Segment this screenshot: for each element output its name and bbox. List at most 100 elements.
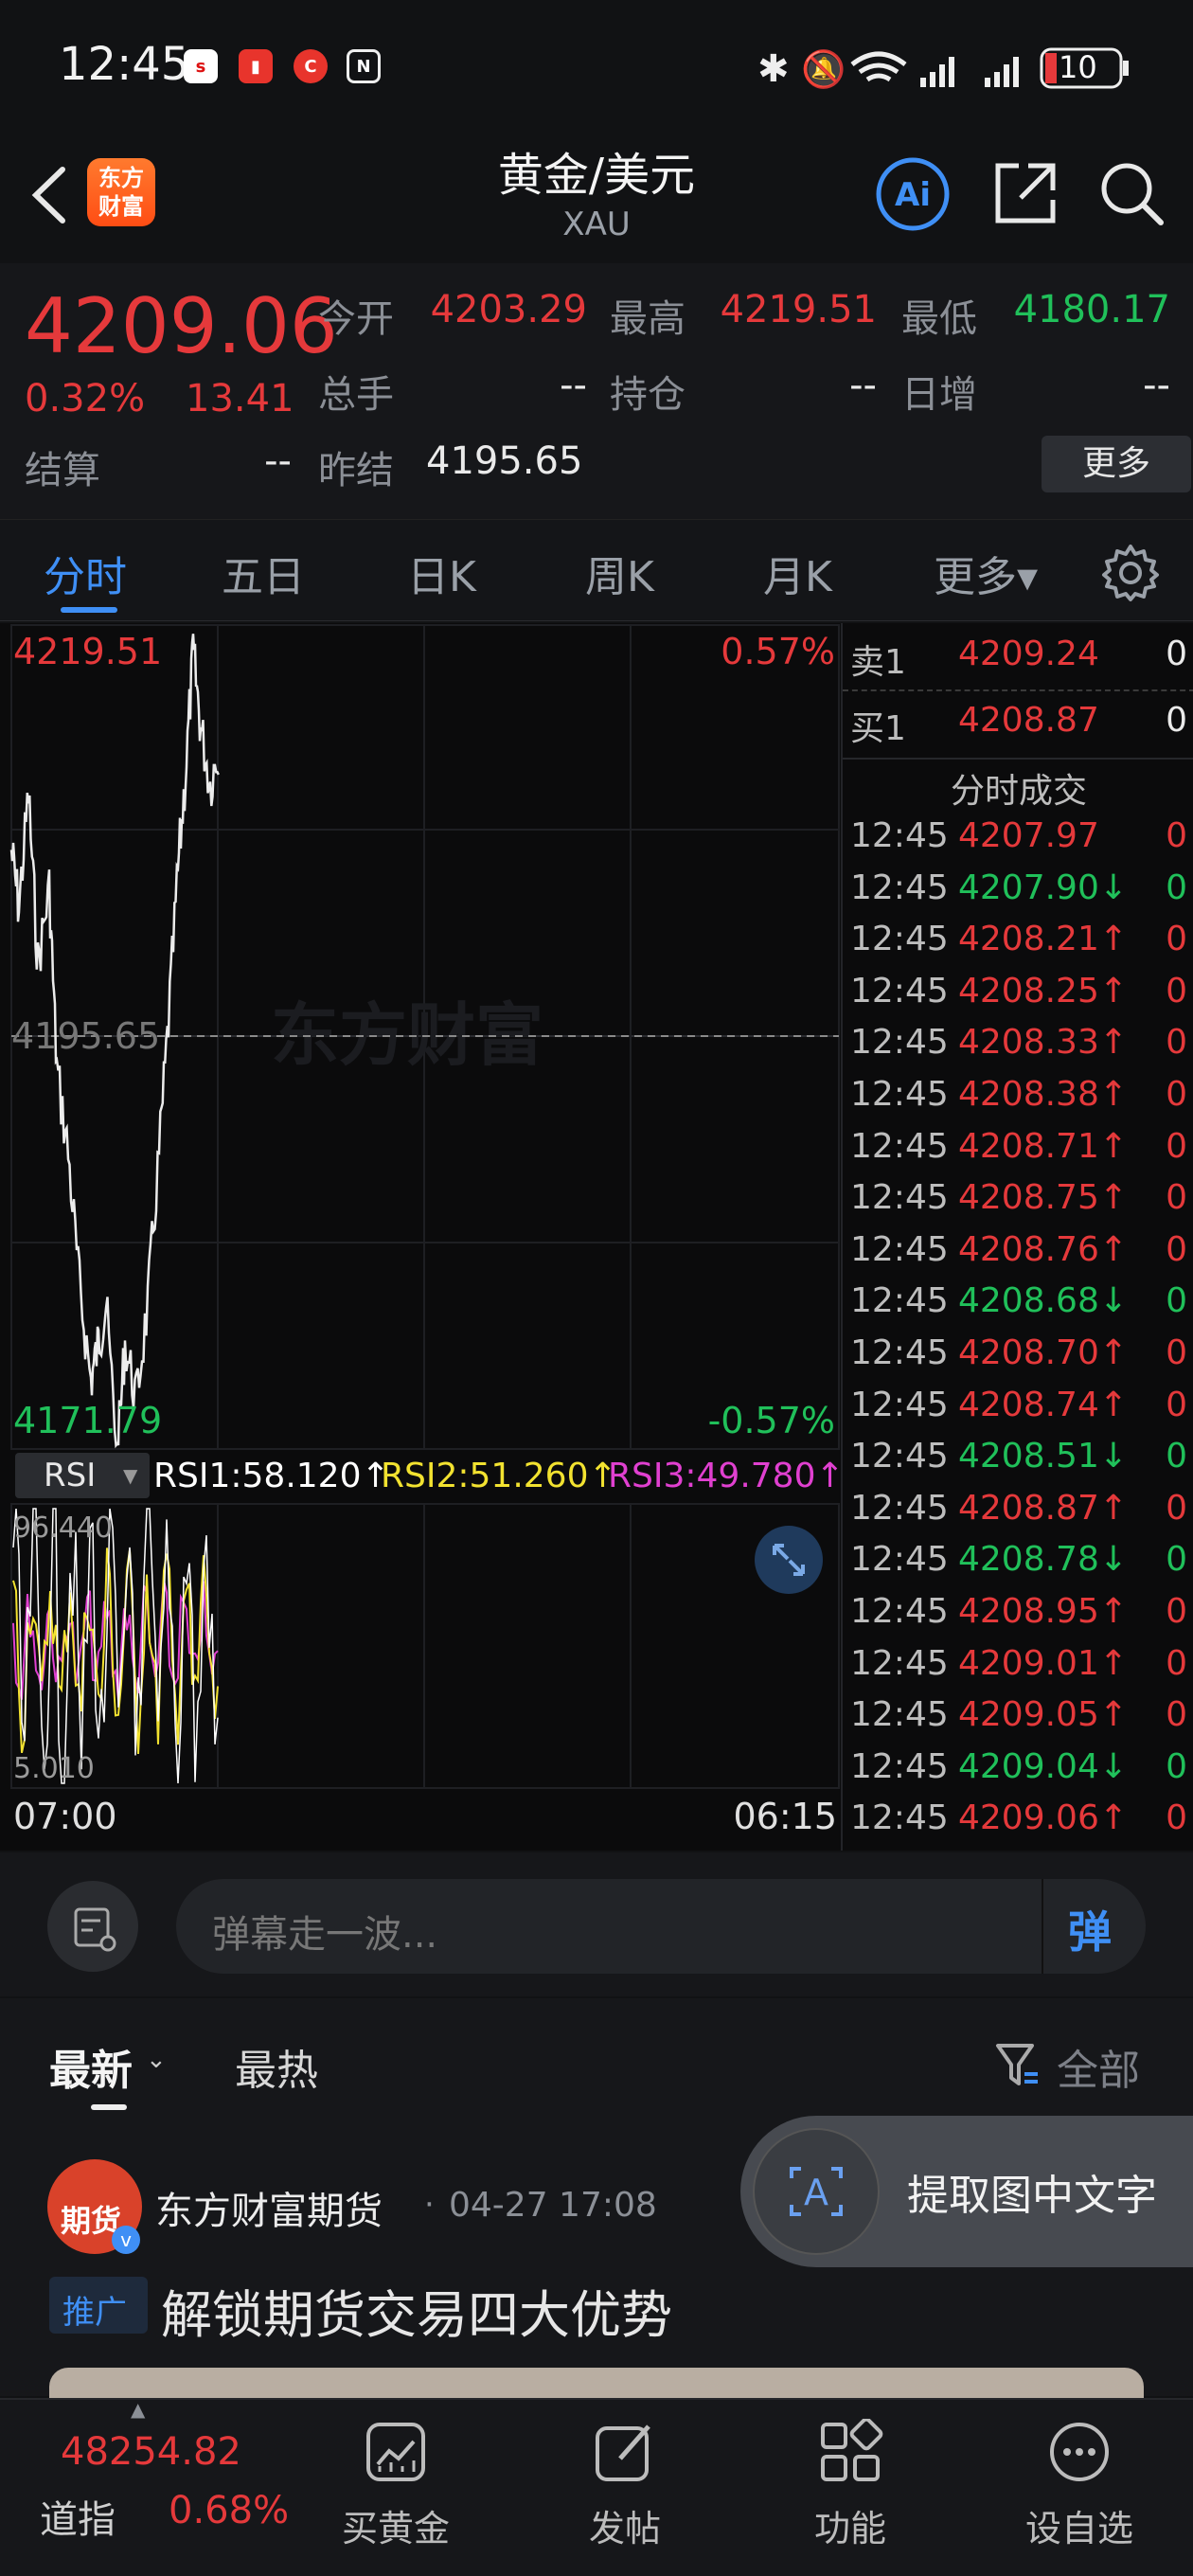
edit-icon xyxy=(596,2424,650,2481)
tick-row: 12:45 4208.76↑ 0 xyxy=(850,1229,1187,1269)
nav-add-watchlist[interactable]: 设自选 xyxy=(985,2419,1174,2551)
filter-label[interactable]: 全部 xyxy=(1057,2036,1140,2097)
position-label: 持仓 xyxy=(610,373,686,417)
rsi1-value: RSI1:58.120↑ xyxy=(153,1457,390,1495)
share-icon[interactable] xyxy=(990,158,1060,228)
open-value: 4203.29 xyxy=(430,288,587,331)
tick-row: 12:45 4208.75↑ 0 xyxy=(850,1178,1187,1218)
tab-five-day[interactable]: 五日 xyxy=(222,543,305,603)
bluetooth-icon: ✱ xyxy=(757,47,790,91)
position-value: -- xyxy=(849,364,877,407)
order-book-panel: 卖1 4209.24 0 买1 4208.87 0 分时成交 12:45 4207… xyxy=(841,623,1193,1851)
prev-settle-value: 4195.65 xyxy=(426,439,583,483)
axis-end-time: 06:15 xyxy=(733,1796,837,1837)
rsi-min-label: 5.010 xyxy=(13,1752,95,1785)
tick-row: 12:45 4208.78↓ 0 xyxy=(850,1540,1187,1580)
post-author[interactable]: 东方财富期货 xyxy=(155,2180,383,2235)
axis-high-percent: 0.57% xyxy=(721,631,835,672)
chart-icon xyxy=(366,2423,425,2481)
wifi-icon xyxy=(850,51,907,82)
index-ticker[interactable]: ▲ 48254.82 道指 0.68% xyxy=(0,2398,289,2572)
status-bar: 12:45 s ▮ C N ✱ 🔕 10 xyxy=(0,0,1193,137)
danmaku-bar: 弹幕走一波... 弹 xyxy=(0,1852,1193,1996)
settle-value: -- xyxy=(264,439,292,483)
nav-buy-gold[interactable]: 买黄金 xyxy=(301,2419,490,2551)
axis-low-price: 4171.79 xyxy=(13,1400,163,1441)
rsi2-value: RSI2:51.260↑ xyxy=(381,1457,617,1495)
index-change: 0.68% xyxy=(169,2489,290,2532)
grid-icon xyxy=(821,2417,883,2481)
tick-row: 12:45 4208.21↑ 0 xyxy=(850,920,1187,959)
gear-icon[interactable] xyxy=(1100,543,1161,603)
axis-prev-close: 4195.65 xyxy=(11,1015,161,1057)
tick-row: 12:45 4208.68↓ 0 xyxy=(850,1281,1187,1321)
sina-icon: s xyxy=(184,49,218,83)
settle-label: 结算 xyxy=(25,449,100,492)
bottom-nav: ▲ 48254.82 道指 0.68% 买黄金 发帖 功能 设自选 xyxy=(0,2398,1193,2576)
chart-canvas: 东方财富 xyxy=(9,624,840,1789)
index-label: 道指 xyxy=(40,2498,116,2542)
tab-more[interactable]: 更多▾ xyxy=(934,543,1038,603)
nav-post[interactable]: 发帖 xyxy=(530,2419,720,2551)
tick-row: 12:45 4208.25↑ 0 xyxy=(850,971,1187,1011)
indicator-selector[interactable]: RSI ▼ xyxy=(15,1453,150,1498)
high-label: 最高 xyxy=(610,297,686,341)
daily-increase-value: -- xyxy=(1143,364,1170,407)
feed-tab-hot[interactable]: 最热 xyxy=(235,2036,318,2097)
ai-icon[interactable]: Ai xyxy=(875,156,951,232)
tick-row: 12:45 4208.87↑ 0 xyxy=(850,1488,1187,1528)
more-button[interactable]: 更多 xyxy=(1042,436,1191,492)
tab-intraday[interactable]: 分时 xyxy=(44,543,127,603)
status-time: 12:45 xyxy=(59,38,190,91)
tab-monthly-k[interactable]: 月K xyxy=(763,543,832,603)
svg-text:Ai: Ai xyxy=(895,176,931,214)
c-app-icon: C xyxy=(294,49,328,83)
chevron-up-icon: ▲ xyxy=(131,2398,146,2421)
tick-row: 12:45 4208.70↑ 0 xyxy=(850,1333,1187,1372)
post-title[interactable]: 解锁期货交易四大优势 xyxy=(161,2273,672,2348)
mute-icon: 🔕 xyxy=(801,48,846,90)
battery-level: 10 xyxy=(1059,49,1097,85)
open-label: 今开 xyxy=(318,297,394,341)
axis-start-time: 07:00 xyxy=(13,1796,117,1837)
ocr-button[interactable]: A 提取图中文字 xyxy=(740,2116,1193,2267)
ticks-title: 分时成交 xyxy=(950,772,1087,811)
feed-tab-latest[interactable]: 最新 xyxy=(49,2036,133,2097)
tab-weekly-k[interactable]: 周K xyxy=(585,543,654,603)
text-scan-icon: A xyxy=(753,2128,880,2255)
tick-row: 12:45 4209.05↑ 0 xyxy=(850,1695,1187,1735)
post-time-dot: · xyxy=(424,2186,435,2224)
prev-settle-label: 昨结 xyxy=(318,449,394,492)
book-divider xyxy=(843,689,1193,691)
search-icon[interactable] xyxy=(1096,158,1166,228)
volume-label: 总手 xyxy=(318,373,394,417)
last-price: 4209.06 xyxy=(25,282,338,370)
more-dots-icon xyxy=(1050,2423,1109,2481)
post-time: 04-27 17:08 xyxy=(449,2186,657,2225)
community-feed: 最新 ⌄ 最热 全部 期货 v 东方财富期货 · 04-27 17:08 推广 … xyxy=(0,1998,1193,2406)
promo-tag: 推广 xyxy=(49,2277,148,2334)
app-header: 东方 财富 黄金/美元 XAU Ai xyxy=(0,137,1193,260)
tab-daily-k[interactable]: 日K xyxy=(407,543,476,603)
tick-row: 12:45 4209.01↑ 0 xyxy=(850,1643,1187,1683)
intraday-chart[interactable]: 东方财富 4219.51 0.57% 4195.65 4171.79 -0.57… xyxy=(0,623,845,1851)
axis-low-percent: -0.57% xyxy=(707,1400,835,1441)
filter-icon[interactable] xyxy=(994,2040,1042,2093)
rsi3-value: RSI3:49.780↑ xyxy=(608,1457,845,1495)
svg-text:A: A xyxy=(804,2172,828,2213)
danmaku-settings-icon[interactable] xyxy=(45,1879,140,1974)
tick-row: 12:45 4207.97 0 xyxy=(850,816,1187,855)
expand-icon[interactable] xyxy=(754,1525,824,1595)
tick-row: 12:45 4209.04↓ 0 xyxy=(850,1746,1187,1786)
nfc-icon: N xyxy=(347,49,381,83)
index-value: 48254.82 xyxy=(61,2430,241,2474)
danmaku-send-button[interactable]: 弹 xyxy=(1042,1879,1146,1974)
high-value: 4219.51 xyxy=(720,288,877,331)
change-percent: 0.32% xyxy=(25,377,146,420)
nav-functions[interactable]: 功能 xyxy=(756,2417,945,2551)
tick-row: 12:45 4208.71↑ 0 xyxy=(850,1126,1187,1166)
tick-row: 12:45 4208.38↑ 0 xyxy=(850,1075,1187,1114)
buy-1-row: 买1 4208.87 0 xyxy=(850,701,1187,748)
danmaku-input[interactable]: 弹幕走一波... 弹 xyxy=(176,1879,1146,1974)
tick-row: 12:45 4208.51↓ 0 xyxy=(850,1437,1187,1476)
